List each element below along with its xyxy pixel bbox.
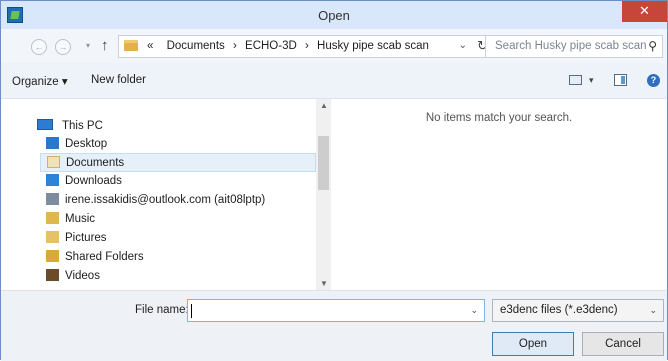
search-box[interactable]: Search Husky pipe scab scan ⚲: [485, 35, 663, 58]
downloads-icon: [46, 174, 59, 186]
sidebar-item-pictures[interactable]: Pictures: [46, 229, 316, 248]
recent-locations-dropdown[interactable]: ▾: [86, 41, 90, 50]
file-name-label: File name:: [135, 304, 189, 316]
up-button[interactable]: ↑: [101, 37, 109, 54]
pictures-icon: [46, 231, 59, 243]
scrollbar-thumb[interactable]: [318, 136, 329, 190]
sidebar-item-downloads[interactable]: Downloads: [46, 172, 316, 191]
title-bar: Open ✕: [1, 1, 667, 29]
sidebar-item-label: This PC: [62, 120, 103, 132]
file-name-dropdown[interactable]: ⌄: [470, 305, 478, 316]
shared-folder-icon: [46, 250, 59, 262]
search-icon[interactable]: ⚲: [648, 39, 657, 53]
new-folder-button[interactable]: New folder: [91, 74, 146, 86]
breadcrumb-separator[interactable]: ›: [305, 40, 309, 52]
sidebar-item-videos[interactable]: Videos: [46, 267, 316, 286]
videos-icon: [46, 269, 59, 281]
chevron-down-icon: ⌄: [649, 305, 657, 315]
search-input[interactable]: Search Husky pipe scab scan: [495, 40, 647, 52]
scroll-up-arrow[interactable]: ▲: [320, 101, 328, 110]
folder-icon: [124, 40, 138, 51]
sidebar-item-documents[interactable]: Documents: [40, 153, 316, 172]
documents-icon: [47, 156, 60, 168]
file-name-field[interactable]: ⌄: [187, 299, 485, 322]
close-button[interactable]: ✕: [622, 1, 667, 22]
address-dropdown[interactable]: ⌄: [459, 40, 467, 51]
sidebar-item-this-pc[interactable]: This PC: [37, 119, 103, 132]
breadcrumb-documents[interactable]: Documents: [167, 40, 225, 52]
computer-icon: [37, 119, 53, 130]
network-drive-icon: [46, 193, 59, 205]
forward-button[interactable]: →: [55, 39, 71, 55]
file-type-select[interactable]: e3denc files (*.e3denc) ⌄: [492, 299, 664, 322]
open-dialog: Open ✕ ← → ▾ ↑ « Documents › ECHO-3D › H…: [0, 0, 668, 361]
change-view-icon[interactable]: [569, 75, 582, 85]
sidebar-item-network-drive[interactable]: irene.issakidis@outlook.com (ait08lptp): [46, 191, 316, 210]
file-type-value: e3denc files (*.e3denc): [500, 304, 618, 316]
text-cursor: [191, 304, 192, 318]
empty-results-message: No items match your search.: [425, 112, 573, 124]
breadcrumb-separator[interactable]: ›: [233, 40, 237, 52]
view-options-dropdown[interactable]: ▾: [589, 75, 594, 86]
address-bar[interactable]: « Documents › ECHO-3D › Husky pipe scab …: [118, 35, 496, 58]
navigation-pane: This PC Desktop Documents Downloads iren…: [1, 99, 331, 290]
file-selection-bar: File name: ⌄ e3denc files (*.e3denc) ⌄ O…: [1, 290, 667, 361]
command-bar: Organize ▾ New folder ▾ ?: [1, 63, 667, 99]
sidebar-item-desktop[interactable]: Desktop: [46, 135, 316, 154]
breadcrumb-husky[interactable]: Husky pipe scab scan: [317, 40, 429, 52]
desktop-icon: [46, 137, 59, 149]
cancel-button[interactable]: Cancel: [582, 332, 664, 356]
preview-pane-icon[interactable]: [614, 74, 627, 86]
window-title: Open: [318, 8, 350, 23]
help-icon[interactable]: ?: [647, 74, 660, 87]
organize-button[interactable]: Organize ▾: [12, 74, 68, 88]
breadcrumb-overflow[interactable]: «: [147, 40, 153, 52]
file-list-area[interactable]: No items match your search.: [331, 99, 667, 290]
back-button[interactable]: ←: [31, 39, 47, 55]
music-icon: [46, 212, 59, 224]
breadcrumb-echo-3d[interactable]: ECHO-3D: [245, 40, 297, 52]
scroll-down-arrow[interactable]: ▼: [320, 279, 328, 288]
breadcrumb: « Documents › ECHO-3D › Husky pipe scab …: [147, 40, 429, 52]
navigation-scrollbar[interactable]: ▲ ▼: [316, 99, 331, 290]
open-button[interactable]: Open: [492, 332, 574, 356]
sidebar-item-shared-folders[interactable]: Shared Folders: [46, 248, 316, 267]
sidebar-item-music[interactable]: Music: [46, 210, 316, 229]
address-row: ← → ▾ ↑ « Documents › ECHO-3D › Husky pi…: [1, 29, 667, 63]
